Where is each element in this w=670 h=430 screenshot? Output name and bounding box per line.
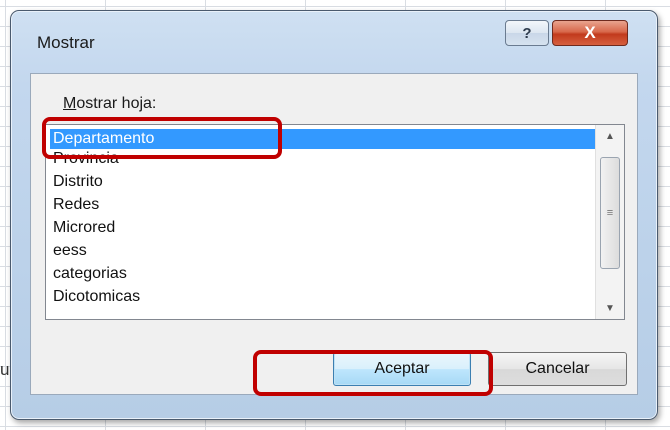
cancel-button[interactable]: Cancelar	[488, 352, 627, 386]
list-item[interactable]: Distrito	[50, 172, 598, 192]
list-item[interactable]: Microred	[50, 218, 598, 238]
scroll-up-icon[interactable]: ▲	[596, 125, 624, 147]
scroll-grip-icon: ≡	[606, 207, 614, 219]
list-item[interactable]: categorias	[50, 264, 598, 284]
close-button[interactable]: X	[552, 20, 628, 46]
list-label-accesskey: M	[63, 95, 77, 112]
scroll-thumb[interactable]: ≡	[600, 157, 620, 269]
list-item[interactable]: eess	[50, 241, 598, 261]
list-item[interactable]: Dicotomicas	[50, 287, 598, 307]
annotation-highlight-departamento	[42, 117, 282, 159]
help-button[interactable]: ?	[505, 20, 549, 46]
vertical-scrollbar[interactable]: ▲ ≡ ▼	[595, 125, 624, 319]
dialog-title: Mostrar	[37, 33, 95, 52]
scroll-down-icon[interactable]: ▼	[596, 297, 624, 319]
close-icon: X	[584, 23, 596, 42]
annotation-highlight-accept	[253, 350, 493, 396]
list-label: Mostrar hoja:	[63, 95, 156, 113]
list-label-text: ostrar hoja:	[76, 95, 157, 112]
list-item[interactable]: Redes	[50, 195, 598, 215]
help-icon: ?	[522, 24, 532, 42]
